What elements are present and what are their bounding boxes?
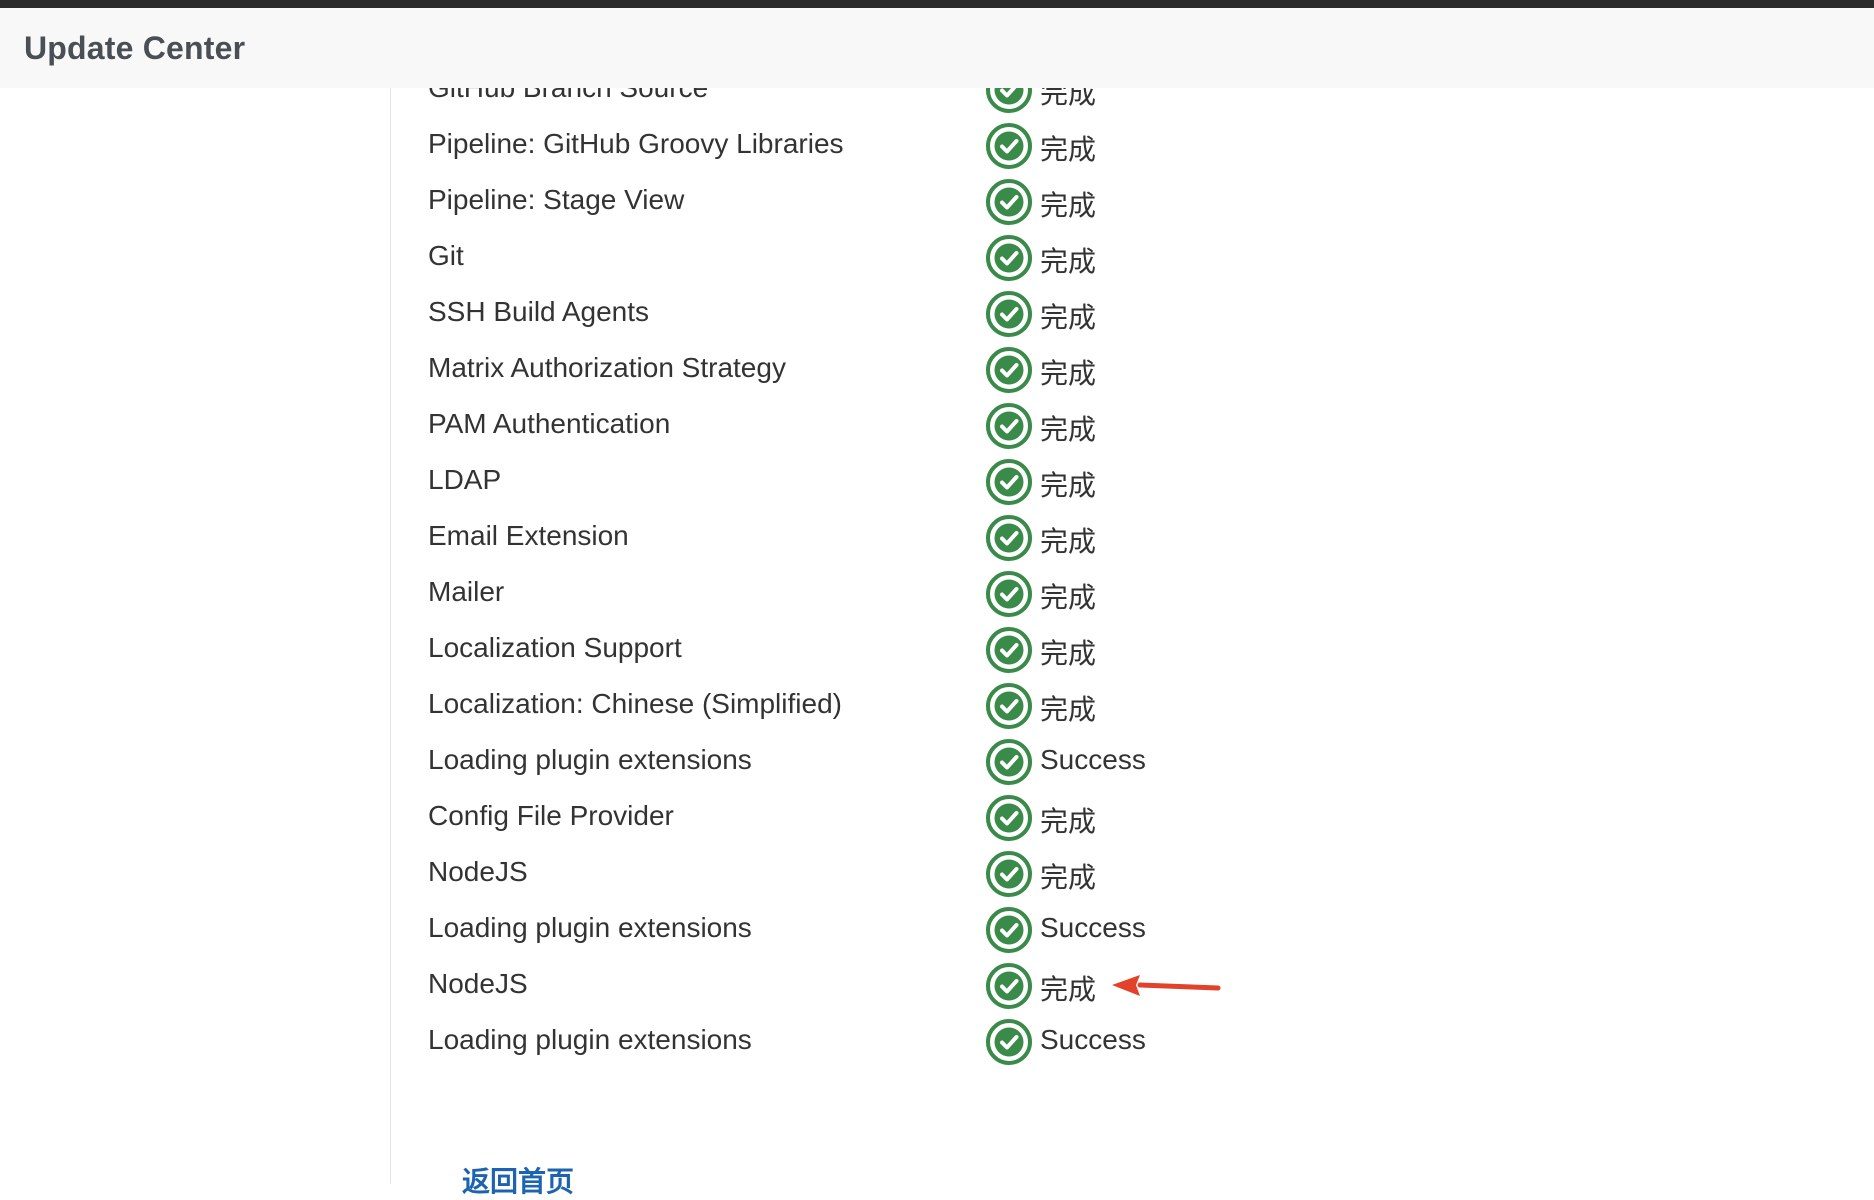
plugin-name: Email Extension xyxy=(428,520,629,551)
install-status: 完成 xyxy=(1040,302,1097,333)
install-status: 完成 xyxy=(1040,526,1097,557)
plugin-name: Loading plugin extensions xyxy=(428,912,752,943)
plugin-row: SSH Build Agents 完成 xyxy=(428,286,1528,342)
check-circle-icon xyxy=(986,347,1032,393)
red-arrow-icon xyxy=(1112,975,1221,996)
plugin-row: Loading plugin extensions Success xyxy=(428,902,1528,958)
plugin-row: Email Extension 完成 xyxy=(428,510,1528,566)
plugin-row: Loading plugin extensions Success xyxy=(428,1014,1528,1070)
plugin-name: Localization Support xyxy=(428,632,682,663)
plugin-name: Git xyxy=(428,240,464,271)
install-status: 完成 xyxy=(1040,246,1097,277)
install-status: 完成 xyxy=(1040,862,1097,893)
install-status: 完成 xyxy=(1040,806,1097,837)
plugin-row: NodeJS 完成 xyxy=(428,846,1528,902)
plugin-row: Config File Provider 完成 xyxy=(428,790,1528,846)
install-status: Success xyxy=(1040,1024,1146,1055)
plugin-row: PAM Authentication 完成 xyxy=(428,398,1528,454)
check-circle-icon xyxy=(986,403,1032,449)
install-status: 完成 xyxy=(1040,694,1097,725)
check-circle-icon xyxy=(986,851,1032,897)
check-circle-icon xyxy=(986,907,1032,953)
install-status: 完成 xyxy=(1040,358,1097,389)
plugin-row: Pipeline: Stage View 完成 xyxy=(428,174,1528,230)
check-circle-icon xyxy=(986,683,1032,729)
install-status: 完成 xyxy=(1040,134,1097,165)
page-header: Update Center xyxy=(0,8,1874,88)
check-circle-icon xyxy=(986,515,1032,561)
plugin-name: PAM Authentication xyxy=(428,408,671,439)
back-to-home-link[interactable]: 返回首页 xyxy=(462,1160,574,1200)
check-circle-icon xyxy=(986,963,1032,1009)
plugin-row: LDAP 完成 xyxy=(428,454,1528,510)
check-circle-icon xyxy=(986,627,1032,673)
plugin-row: Matrix Authorization Strategy 完成 xyxy=(428,342,1528,398)
install-status: Success xyxy=(1040,744,1146,775)
plugin-name: Loading plugin extensions xyxy=(428,1024,752,1055)
page-title: Update Center xyxy=(24,30,246,66)
check-circle-icon xyxy=(986,179,1032,225)
plugin-name: Pipeline: Stage View xyxy=(428,184,685,215)
plugin-row: Pipeline: GitHub Groovy Libraries 完成 xyxy=(428,118,1528,174)
install-status: 完成 xyxy=(1040,414,1097,445)
install-status: 完成 xyxy=(1040,638,1097,669)
check-circle-icon xyxy=(986,1019,1032,1065)
plugin-name: Mailer xyxy=(428,576,505,607)
install-status: 完成 xyxy=(1040,470,1097,501)
plugin-row: Git 完成 xyxy=(428,230,1528,286)
plugin-row: Loading plugin extensions Success xyxy=(428,734,1528,790)
check-circle-icon xyxy=(986,795,1032,841)
plugin-name: Pipeline: GitHub Groovy Libraries xyxy=(428,128,844,159)
check-circle-icon xyxy=(986,123,1032,169)
plugin-name: Matrix Authorization Strategy xyxy=(428,352,786,383)
plugin-name: Loading plugin extensions xyxy=(428,744,752,775)
install-status: Success xyxy=(1040,912,1146,943)
plugin-name: SSH Build Agents xyxy=(428,296,650,327)
install-status: 完成 xyxy=(1040,974,1097,1005)
plugin-name: Localization: Chinese (Simplified) xyxy=(428,688,842,719)
plugin-name: NodeJS xyxy=(428,856,528,887)
install-status: 完成 xyxy=(1040,582,1097,613)
plugin-name: Config File Provider xyxy=(428,800,674,831)
check-circle-icon xyxy=(986,235,1032,281)
plugin-row: Mailer 完成 xyxy=(428,566,1528,622)
check-circle-icon xyxy=(986,571,1032,617)
plugin-row: NodeJS 完成 xyxy=(428,958,1528,1014)
install-status-list: GitHub Branch Source 完成 Pipeline: GitHub… xyxy=(0,0,1874,1197)
plugin-row: Localization Support 完成 xyxy=(428,622,1528,678)
install-status: 完成 xyxy=(1040,190,1097,221)
plugin-name: LDAP xyxy=(428,464,502,495)
check-circle-icon xyxy=(986,291,1032,337)
check-circle-icon xyxy=(986,739,1032,785)
plugin-name: NodeJS xyxy=(428,968,528,999)
plugin-row: Localization: Chinese (Simplified) 完成 xyxy=(428,678,1528,734)
check-circle-icon xyxy=(986,459,1032,505)
